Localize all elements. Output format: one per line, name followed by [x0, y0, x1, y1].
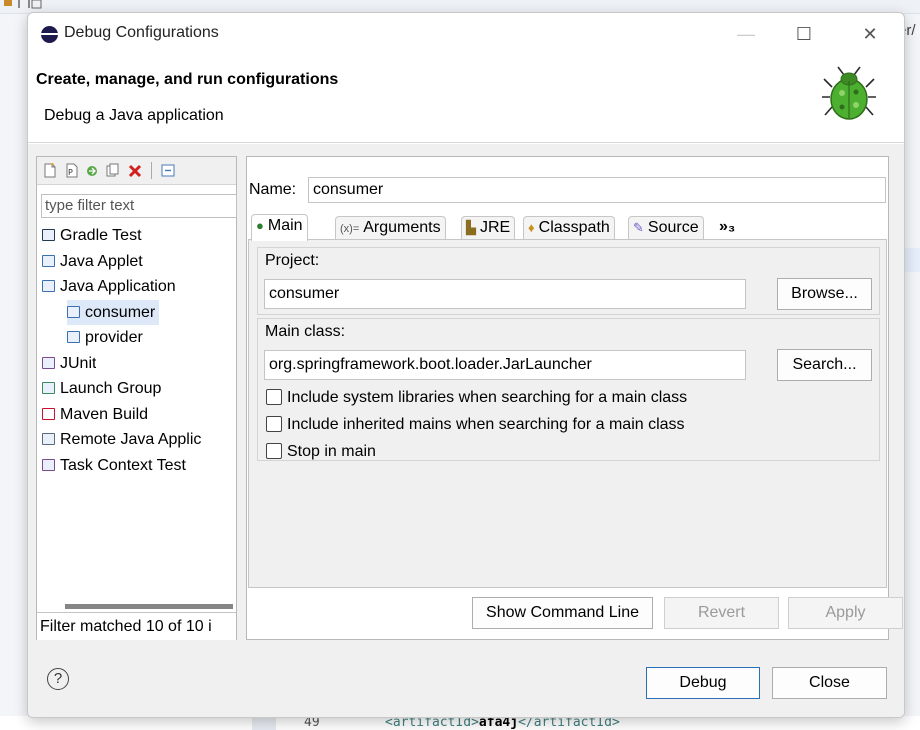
java-config-icon [67, 305, 80, 318]
project-field[interactable]: consumer [264, 279, 746, 309]
window-title: Debug Configurations [64, 24, 219, 41]
java-config-icon [67, 331, 80, 343]
dialog-body: P type filter text Gradle Test Java Apple… [28, 144, 904, 717]
debug-configurations-dialog: Debug Configurations — ☐ ✕ Create, manag… [27, 12, 905, 718]
name-field[interactable]: consumer [308, 177, 886, 203]
show-command-line-button[interactable]: Show Command Line [472, 597, 653, 629]
filter-status: Filter matched 10 of 10 i [37, 612, 236, 640]
project-label: Project: [265, 252, 320, 269]
maximize-button[interactable]: ☐ [786, 21, 822, 47]
include-inherited-mains-checkbox[interactable]: Include inherited mains when searching f… [266, 416, 685, 436]
tree-item-maven-build[interactable]: Maven Build [42, 402, 148, 427]
header-title: Create, manage, and run configurations [36, 71, 339, 88]
export-configuration-icon[interactable] [85, 163, 99, 178]
editor-line-number: 49 [304, 715, 320, 730]
duplicate-configuration-icon[interactable] [106, 163, 120, 178]
minimize-button[interactable]: — [728, 21, 764, 47]
debug-button[interactable]: Debug [646, 667, 760, 699]
delete-configuration-icon[interactable] [128, 163, 142, 178]
source-icon: ✎ [633, 220, 644, 235]
more-tabs-button[interactable]: »₃ [715, 216, 739, 240]
help-icon[interactable]: ? [47, 668, 69, 690]
tree-item-remote-java-applic[interactable]: Remote Java Applic [42, 427, 201, 452]
toolbar-fragment-icon [4, 0, 42, 9]
tree-item-task-context-test[interactable]: Task Context Test [42, 453, 186, 478]
project-group: Project: consumer Browse... [257, 247, 880, 315]
include-system-libraries-checkbox[interactable]: Include system libraries when searching … [266, 389, 687, 409]
editor-gutter [252, 716, 276, 730]
checkbox-box[interactable] [266, 443, 282, 459]
configuration-list-panel: P type filter text Gradle Test Java Apple… [36, 156, 237, 640]
tree-item-java-applet[interactable]: Java Applet [42, 249, 143, 274]
main-class-group: Main class: org.springframework.boot.loa… [257, 318, 880, 461]
apply-button[interactable]: Apply [788, 597, 903, 629]
tree-item-launch-group[interactable]: Launch Group [42, 376, 161, 401]
svg-text:P: P [68, 168, 73, 177]
dialog-header: Create, manage, and run configurations D… [28, 55, 904, 143]
filter-input[interactable]: type filter text [41, 194, 237, 218]
tab-source[interactable]: ✎ Source [628, 216, 704, 240]
checkbox-box[interactable] [266, 416, 282, 432]
tab-strip: ● Main (x)= Arguments ▙ JRE ♦ Classpath ✎ Sou… [247, 210, 888, 241]
background-editor: 49 <artifactId>afa4j</artifactId> [0, 716, 920, 730]
gradle-icon [42, 229, 55, 241]
tab-main[interactable]: ● Main [251, 214, 308, 241]
tree-item-provider[interactable]: provider [67, 325, 143, 350]
new-prototype-icon[interactable]: P [65, 163, 79, 178]
close-button[interactable]: Close [772, 667, 887, 699]
maven-icon [42, 407, 55, 420]
classpath-icon: ♦ [528, 220, 535, 235]
tab-jre[interactable]: ▙ JRE [461, 216, 516, 240]
stop-in-main-checkbox[interactable]: Stop in main [266, 443, 376, 463]
arguments-icon: (x)= [340, 223, 360, 235]
close-window-button[interactable]: ✕ [852, 21, 888, 47]
eclipse-logo-icon [41, 26, 58, 43]
tree-item-gradle-test[interactable]: Gradle Test [42, 223, 142, 248]
tree-item-java-application[interactable]: Java Application [42, 274, 176, 299]
main-class-label: Main class: [265, 323, 346, 340]
java-app-icon [42, 280, 55, 292]
main-class-field[interactable]: org.springframework.boot.loader.JarLaunc… [264, 350, 746, 380]
scrollbar-thumb[interactable] [65, 604, 233, 609]
collapse-all-icon[interactable] [161, 163, 175, 178]
revert-button[interactable]: Revert [664, 597, 779, 629]
tab-classpath[interactable]: ♦ Classpath [523, 216, 615, 240]
remote-java-icon [42, 433, 55, 445]
applet-icon [42, 254, 55, 267]
checkbox-box[interactable] [266, 389, 282, 405]
jre-icon: ▙ [466, 220, 476, 235]
search-button[interactable]: Search... [777, 349, 872, 381]
launch-group-icon [42, 382, 55, 394]
header-subtitle: Debug a Java application [44, 107, 224, 124]
main-tab-icon: ● [256, 218, 264, 233]
title-bar: Debug Configurations — ☐ ✕ [28, 13, 904, 55]
junit-icon [42, 356, 55, 369]
tree-horizontal-scrollbar[interactable] [39, 604, 236, 610]
name-label: Name: [249, 181, 297, 198]
tree-item-junit[interactable]: JUnit [42, 351, 96, 376]
toolbar-separator [151, 162, 152, 179]
new-configuration-icon[interactable] [43, 163, 57, 178]
configuration-toolbar: P [37, 157, 236, 185]
tab-arguments[interactable]: (x)= Arguments [335, 216, 446, 240]
main-tab-content: Project: consumer Browse... Main class: … [248, 239, 887, 588]
task-context-icon [42, 458, 55, 471]
debug-bug-icon [822, 66, 876, 120]
editor-code-line: <artifactId>afa4j</artifactId> [385, 715, 620, 730]
browse-button[interactable]: Browse... [777, 278, 872, 310]
tree-item-consumer[interactable]: consumer [67, 299, 160, 325]
configuration-editor-panel: Name: consumer ● Main (x)= Arguments ▙ JRE … [246, 156, 903, 640]
